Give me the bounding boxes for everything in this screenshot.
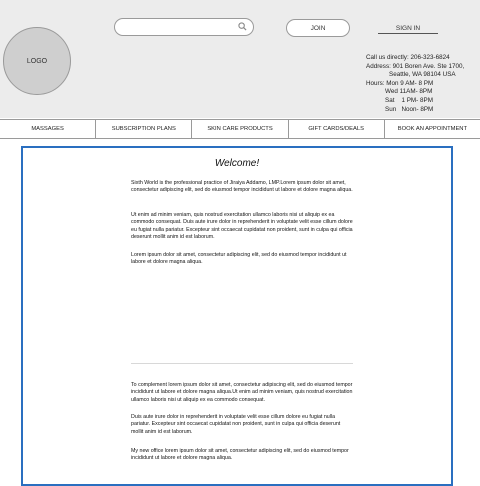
body-paragraph: Ut enim ad minim veniam, quis nostrud ex… (131, 212, 353, 241)
hours-line: Sun Noon- 8PM (385, 105, 434, 113)
join-button[interactable]: JOIN (286, 19, 350, 37)
site-header: LOGO JOIN SIGN IN Call us directly: 206-… (0, 0, 480, 118)
hours-line: Wed 11AM- 8PM (385, 88, 433, 96)
body-paragraph: To complement lorem ipsum dolor sit amet… (131, 382, 353, 403)
phone-text: Call us directly: 206-323-6824 (366, 54, 450, 61)
address-line-2: Seattle, WA 98104 USA (389, 71, 456, 79)
intro-paragraph: Sixth World is the professional practice… (131, 180, 353, 194)
page-title: Welcome! (214, 158, 260, 169)
body-paragraph: Lorem ipsum dolor sit amet, consectetur … (131, 252, 347, 266)
body-paragraph: Duis aute irure dolor in reprehenderit i… (131, 414, 341, 435)
logo[interactable]: LOGO (3, 27, 71, 95)
main-nav: MASSAGES SUBSCRIPTION PLANS SKIN CARE PR… (0, 119, 480, 139)
nav-item-gift-cards-deals[interactable]: GIFT CARDS/DEALS (289, 120, 385, 138)
main-content: Welcome! Sixth World is the professional… (21, 146, 453, 486)
hours-line: Sat 1 PM- 8PM (385, 96, 433, 104)
nav-item-subscription-plans[interactable]: SUBSCRIPTION PLANS (96, 120, 193, 138)
logo-text: LOGO (26, 57, 48, 65)
section-divider (131, 363, 353, 364)
contact-info: Call us directly: 206-323-6824 Address: … (366, 54, 476, 114)
search-bar[interactable] (114, 18, 254, 39)
body-paragraph: My new office lorem ipsum dolor sit amet… (131, 448, 349, 462)
nav-item-skin-care-products[interactable]: SKIN CARE PRODUCTS (192, 120, 289, 138)
search-icon[interactable] (238, 22, 247, 31)
nav-item-book-appointment[interactable]: BOOK AN APPOINTMENT (385, 120, 480, 138)
sign-in-link[interactable]: SIGN IN (378, 25, 438, 34)
search-input[interactable] (123, 22, 247, 39)
nav-item-massages[interactable]: MASSAGES (0, 120, 97, 138)
hours-line: Hours: Mon 9 AM- 8 PM (366, 79, 434, 87)
address-line-1: Address: 901 Boren Ave. Ste 1700, (366, 62, 465, 70)
